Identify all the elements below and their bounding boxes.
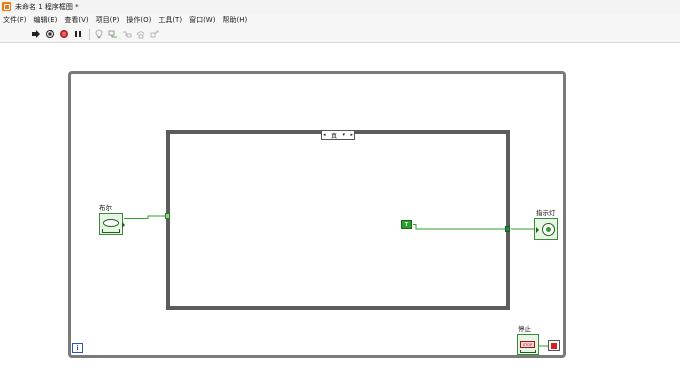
retain-wire-values-icon[interactable]	[107, 28, 119, 40]
led-light-icon	[546, 227, 551, 232]
run-continuously-icon[interactable]	[44, 28, 56, 40]
control-base-icon	[520, 350, 536, 353]
labview-app-icon	[2, 2, 11, 11]
case-output-tunnel[interactable]	[505, 226, 510, 232]
bool-control-label: 布尔	[99, 204, 112, 212]
step-out-icon[interactable]	[149, 28, 161, 40]
stop-control-terminal[interactable]: STOP	[517, 334, 539, 355]
menu-tools[interactable]: 工具(T)	[155, 15, 186, 25]
true-to-tunnel-wire[interactable]	[413, 224, 506, 230]
step-into-icon[interactable]	[121, 28, 133, 40]
led-indicator-label: 指示灯	[536, 209, 556, 217]
stop-button-icon: STOP	[520, 341, 535, 348]
bool-control-terminal[interactable]	[99, 213, 125, 235]
highlight-execution-icon[interactable]	[93, 28, 105, 40]
menu-help[interactable]: 帮助(H)	[219, 15, 251, 25]
block-diagram-canvas[interactable]: ◂ 真 ▾ ▸ 布尔 T 指示灯 停止 STOP i	[0, 44, 680, 387]
loop-condition-terminal[interactable]	[548, 340, 560, 351]
iteration-terminal[interactable]: i	[72, 343, 83, 353]
toolbar	[0, 26, 680, 43]
led-indicator-terminal[interactable]	[534, 218, 558, 240]
window-title: 未命名 1 程序框图 *	[15, 2, 79, 11]
menu-view[interactable]: 查看(V)	[61, 15, 92, 25]
run-arrow-icon[interactable]	[30, 28, 42, 40]
stop-sign-icon	[551, 343, 557, 349]
menu-operate[interactable]: 操作(O)	[123, 15, 155, 25]
toolbar-separator	[89, 28, 90, 40]
menu-file[interactable]: 文件(F)	[0, 15, 31, 25]
control-base-icon	[102, 229, 120, 233]
menu-window[interactable]: 窗口(W)	[186, 15, 219, 25]
stop-control-label: 停止	[518, 325, 531, 333]
true-constant[interactable]: T	[401, 220, 412, 229]
input-arrow-icon	[536, 227, 539, 233]
title-bar: 未命名 1 程序框图 *	[0, 0, 680, 13]
led-icon	[542, 223, 555, 236]
menu-bar: 文件(F) 编辑(E) 查看(V) 项目(P) 操作(O) 工具(T) 窗口(W…	[0, 13, 680, 26]
menu-edit[interactable]: 编辑(E)	[31, 15, 62, 25]
menu-project[interactable]: 项目(P)	[93, 15, 124, 25]
case-input-tunnel[interactable]	[165, 213, 170, 219]
step-over-icon[interactable]	[135, 28, 147, 40]
toggle-switch-icon	[103, 219, 119, 227]
abort-execution-icon[interactable]	[58, 28, 70, 40]
pause-icon[interactable]	[72, 28, 84, 40]
output-arrow-icon	[122, 222, 125, 228]
bool-to-case-wire[interactable]	[124, 215, 166, 219]
